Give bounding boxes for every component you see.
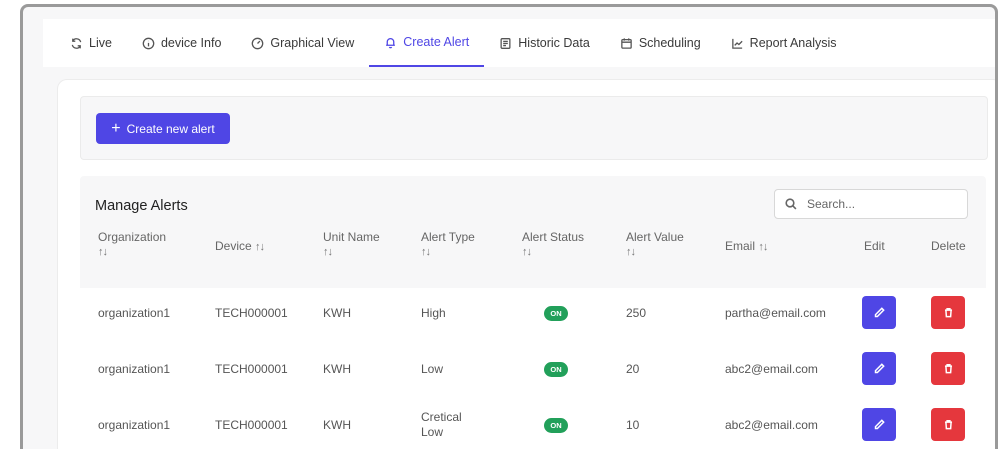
- cell-device: TECH000001: [215, 362, 288, 376]
- cell-alert-value: 250: [626, 306, 647, 320]
- plus-icon: +: [111, 119, 121, 137]
- trash-icon: [944, 364, 952, 374]
- trash-icon: [944, 420, 952, 430]
- cell-email: abc2@email.com: [725, 418, 818, 432]
- sort-icon: ↑↓: [98, 246, 108, 258]
- cell-alert-type: Cretical Low: [421, 410, 462, 439]
- search-input[interactable]: [805, 196, 959, 212]
- tab-label: Report Analysis: [749, 36, 837, 50]
- tab-live[interactable]: Live: [55, 19, 127, 67]
- sort-icon: ↑↓: [255, 241, 265, 253]
- gauge-icon: [252, 37, 264, 49]
- pencil-icon: [874, 307, 885, 318]
- tab-label: Create Alert: [403, 35, 470, 49]
- info-icon: [142, 37, 155, 49]
- tab-report-analysis[interactable]: Report Analysis: [716, 19, 852, 67]
- manage-alerts-title: Manage Alerts: [95, 198, 188, 214]
- tab-label: device Info: [160, 36, 222, 50]
- sort-icon: ↑↓: [758, 241, 768, 253]
- cell-alert-value: 10: [626, 418, 640, 432]
- cell-alert-value: 20: [626, 362, 640, 376]
- tab-label: Live: [89, 36, 112, 50]
- app-window: Live device Info Graphical View Create A…: [20, 4, 998, 449]
- column-label: Unit Name: [323, 230, 380, 244]
- line-chart-icon: [731, 38, 743, 49]
- tab-label: Scheduling: [638, 36, 701, 50]
- column-header-delete: Delete: [931, 239, 966, 254]
- bell-icon: [386, 37, 396, 48]
- column-header-alert-value[interactable]: Alert Value ↑↓: [626, 230, 684, 260]
- column-label: Organization: [98, 230, 167, 244]
- column-label: Email: [725, 239, 756, 253]
- create-alert-section: + Create new alert: [80, 96, 988, 160]
- column-header-email[interactable]: Email ↑↓: [725, 239, 768, 255]
- tab-label: Graphical View: [270, 36, 355, 50]
- column-header-edit: Edit: [864, 239, 885, 254]
- column-label: Alert Type: [421, 230, 475, 244]
- search-box[interactable]: [774, 189, 968, 219]
- delete-button[interactable]: [931, 296, 965, 329]
- create-new-alert-label: Create new alert: [126, 121, 215, 136]
- cell-unit-name: KWH: [323, 418, 351, 432]
- document-icon: [500, 37, 511, 49]
- cell-organization: organization1: [98, 418, 171, 432]
- column-header-device[interactable]: Device ↑↓: [215, 239, 265, 255]
- cell-device: TECH000001: [215, 306, 288, 320]
- pencil-icon: [874, 363, 885, 374]
- cell-alert-type: Low: [421, 362, 444, 376]
- column-label: Alert Value: [626, 230, 684, 244]
- column-label: Delete: [931, 239, 966, 253]
- sort-icon: ↑↓: [522, 246, 532, 258]
- column-label: Alert Status: [522, 230, 585, 244]
- cell-alert-type: High: [421, 306, 446, 320]
- column-header-organization[interactable]: Organization ↑↓: [98, 230, 166, 260]
- tab-graphical-view[interactable]: Graphical View: [236, 19, 369, 67]
- status-badge[interactable]: ON: [544, 362, 568, 377]
- column-label: Edit: [864, 239, 885, 253]
- tab-device-info[interactable]: device Info: [127, 19, 236, 67]
- delete-button[interactable]: [931, 352, 965, 385]
- column-header-alert-type[interactable]: Alert Type ↑↓: [421, 230, 475, 260]
- refresh-icon: [71, 37, 82, 49]
- trash-icon: [944, 308, 952, 318]
- alert-panel: + Create new alert Manage Alerts Organiz…: [57, 79, 995, 449]
- tab-scheduling[interactable]: Scheduling: [605, 19, 716, 67]
- sort-icon: ↑↓: [323, 246, 333, 258]
- cell-unit-name: KWH: [323, 306, 351, 320]
- tab-bar: Live device Info Graphical View Create A…: [43, 19, 995, 67]
- column-label: Device: [215, 239, 252, 253]
- tab-create-alert[interactable]: Create Alert: [369, 19, 485, 67]
- search-icon: [785, 198, 797, 210]
- calendar-icon: [621, 37, 632, 49]
- create-new-alert-button[interactable]: + Create new alert: [96, 113, 230, 144]
- edit-button[interactable]: [862, 296, 896, 329]
- tab-label: Historic Data: [518, 36, 590, 50]
- cell-device: TECH000001: [215, 418, 288, 432]
- pencil-icon: [874, 419, 885, 430]
- tab-historic-data[interactable]: Historic Data: [484, 19, 605, 67]
- cell-email: abc2@email.com: [725, 362, 818, 376]
- status-badge[interactable]: ON: [544, 418, 568, 433]
- column-header-unit-name[interactable]: Unit Name ↑↓: [323, 230, 380, 260]
- cell-email: partha@email.com: [725, 306, 826, 320]
- edit-button[interactable]: [862, 408, 896, 441]
- edit-button[interactable]: [862, 352, 896, 385]
- cell-organization: organization1: [98, 306, 171, 320]
- status-badge[interactable]: ON: [544, 306, 568, 321]
- delete-button[interactable]: [931, 408, 965, 441]
- sort-icon: ↑↓: [421, 246, 431, 258]
- sort-icon: ↑↓: [626, 246, 636, 258]
- column-header-alert-status[interactable]: Alert Status ↑↓: [522, 230, 584, 260]
- cell-organization: organization1: [98, 362, 171, 376]
- cell-unit-name: KWH: [323, 362, 351, 376]
